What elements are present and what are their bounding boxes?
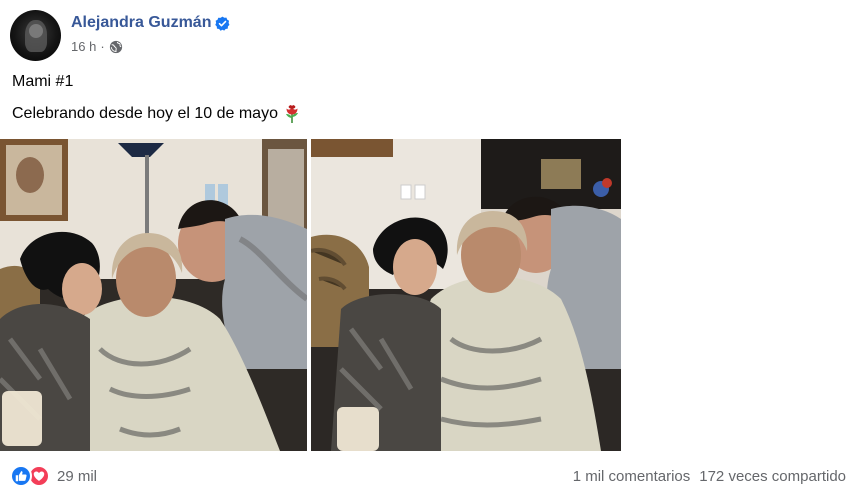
shares-count-link[interactable]: 172 veces compartido xyxy=(699,468,846,485)
post-text-line-2: Celebrando desde hoy el 10 de mayo xyxy=(12,104,301,124)
verified-badge-icon xyxy=(215,16,230,31)
glass xyxy=(337,407,379,451)
time-separator: · xyxy=(100,39,105,54)
post-photo-2[interactable] xyxy=(311,139,621,451)
reactions-summary[interactable]: 29 mil xyxy=(10,465,97,487)
post-meta: Alejandra Guzmán 16 h · xyxy=(71,14,230,54)
post-timestamp[interactable]: 16 h xyxy=(71,39,96,54)
reaction-count: 29 mil xyxy=(57,467,98,485)
post-photo-1[interactable] xyxy=(0,139,307,451)
like-reaction-icon xyxy=(10,465,32,487)
post-header: Alejandra Guzmán 16 h · xyxy=(10,10,230,62)
glass xyxy=(2,391,42,446)
author-avatar[interactable] xyxy=(10,10,61,61)
post-text-line-2-content: Celebrando desde hoy el 10 de mayo xyxy=(12,105,278,122)
comments-count-link[interactable]: 1 mil comentarios xyxy=(573,468,691,485)
post-text-line-1: Mami #1 xyxy=(12,73,74,90)
post-footer: 29 mil 1 mil comentarios 172 veces compa… xyxy=(10,464,846,488)
avatar-figure-head xyxy=(29,24,43,38)
facebook-post: Alejandra Guzmán 16 h · Mami #1 Celebran… xyxy=(0,0,861,497)
author-name[interactable]: Alejandra Guzmán xyxy=(71,14,211,32)
engagement-stats: 1 mil comentarios 172 veces compartido xyxy=(573,468,846,485)
globe-icon[interactable] xyxy=(109,40,123,54)
rose-icon xyxy=(283,104,301,124)
timestamp-row: 16 h · xyxy=(71,39,230,54)
author-row: Alejandra Guzmán xyxy=(71,14,230,32)
